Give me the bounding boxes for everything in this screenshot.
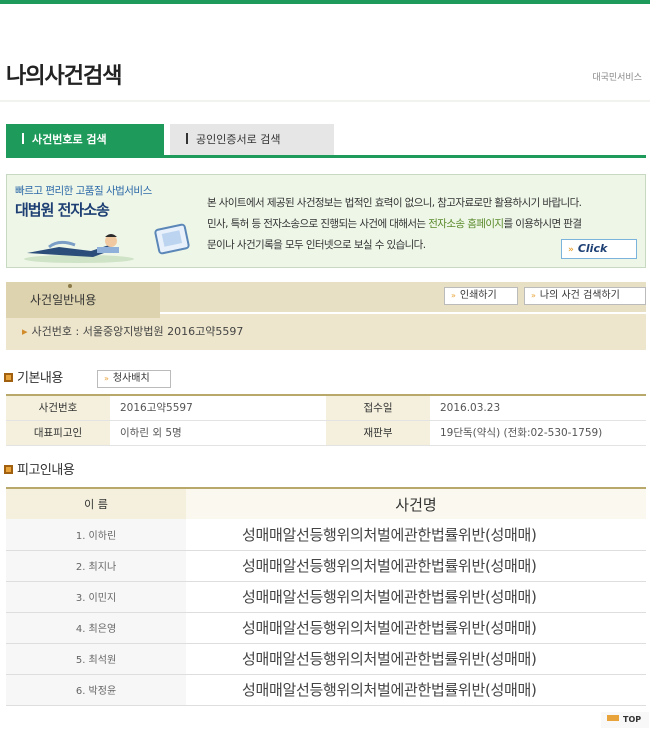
table-row: 6. 박정윤 성매매알선등행위의처벌에관한법률위반(성매매) bbox=[6, 674, 646, 706]
table-row: 2. 최지나 성매매알선등행위의처벌에관한법률위반(성매매) bbox=[6, 550, 646, 582]
case-name: 성매매알선등행위의처벌에관한법률위반(성매매) bbox=[186, 674, 646, 706]
table-row: 대표피고인 이하린 외 5명 재판부 19단독(약식) (전화:02-530-1… bbox=[6, 420, 646, 446]
field-value: 19단독(약식) (전화:02-530-1759) bbox=[430, 420, 646, 446]
defendant-name: 3. 이민지 bbox=[6, 581, 186, 613]
courtroom-layout-button[interactable]: » 청사배치 bbox=[97, 370, 171, 388]
scroll-top-button[interactable]: TOP bbox=[601, 712, 649, 728]
banner-line-1: 본 사이트에서 제공된 사건정보는 법적인 효력이 없으니, 참고자료로만 활용… bbox=[207, 197, 582, 209]
section-marker-icon bbox=[4, 465, 13, 474]
column-header-case: 사건명 bbox=[186, 488, 646, 519]
banner-line-2: 민사, 특허 등 전자소송으로 진행되는 사건에 대해서는 전자소송 홈페이지를… bbox=[207, 218, 582, 230]
field-value: 2016.03.23 bbox=[430, 395, 646, 421]
field-label: 대표피고인 bbox=[6, 420, 110, 446]
field-value: 2016고약5597 bbox=[110, 395, 326, 421]
field-label: 접수일 bbox=[326, 395, 430, 421]
case-name: 성매매알선등행위의처벌에관한법률위반(성매매) bbox=[186, 581, 646, 613]
tab-certificate[interactable]: 공인인증서로 검색 bbox=[170, 124, 334, 155]
arrow-up-icon bbox=[607, 715, 619, 721]
breadcrumb[interactable]: 대국민서비스 bbox=[592, 70, 642, 83]
table-header-row: 이 름 사건명 bbox=[6, 488, 646, 519]
tab-label: 사건번호로 검색 bbox=[32, 133, 107, 146]
e-litigation-banner[interactable]: 빠르고 편리한 고품질 사법서비스 대법원 전자소송 본 사이트에서 제공된 사… bbox=[6, 174, 646, 268]
laptop-icon bbox=[24, 223, 190, 263]
tab-bar-icon bbox=[186, 133, 188, 144]
defendants-title: 피고인내용 bbox=[4, 459, 75, 478]
field-label: 재판부 bbox=[326, 420, 430, 446]
double-arrow-icon: » bbox=[451, 291, 456, 300]
e-litigation-link[interactable]: 전자소송 홈페이지 bbox=[428, 218, 504, 230]
banner-click-button[interactable]: » Click bbox=[561, 239, 637, 259]
case-name: 성매매알선등행위의처벌에관한법률위반(성매매) bbox=[186, 519, 646, 551]
my-case-search-button[interactable]: » 나의 사건 검색하기 bbox=[524, 287, 646, 305]
defendants-table: 이 름 사건명 1. 이하린 성매매알선등행위의처벌에관한법률위반(성매매) 2… bbox=[6, 487, 646, 706]
search-tabs: 사건번호로 검색 공인인증서로 검색 bbox=[6, 124, 646, 158]
defendant-name: 4. 최은영 bbox=[6, 612, 186, 644]
print-button[interactable]: » 인쇄하기 bbox=[444, 287, 518, 305]
case-general-title: 사건일반내용 bbox=[6, 282, 160, 318]
case-name: 성매매알선등행위의처벌에관한법률위반(성매매) bbox=[186, 612, 646, 644]
defendant-name: 1. 이하린 bbox=[6, 519, 186, 551]
table-row: 5. 최석원 성매매알선등행위의처벌에관한법률위반(성매매) bbox=[6, 643, 646, 675]
section-marker-icon bbox=[4, 373, 13, 382]
basic-info-table: 사건번호 2016고약5597 접수일 2016.03.23 대표피고인 이하린… bbox=[6, 394, 646, 446]
table-row: 4. 최은영 성매매알선등행위의처벌에관한법률위반(성매매) bbox=[6, 612, 646, 644]
column-header-name: 이 름 bbox=[6, 488, 186, 519]
table-row: 3. 이민지 성매매알선등행위의처벌에관한법률위반(성매매) bbox=[6, 581, 646, 613]
table-row: 1. 이하린 성매매알선등행위의처벌에관한법률위반(성매매) bbox=[6, 519, 646, 551]
case-number-line: ▸ 사건번호 : 서울중앙지방법원 2016고약5597 bbox=[22, 325, 244, 338]
defendant-name: 6. 박정윤 bbox=[6, 674, 186, 706]
tab-case-number[interactable]: 사건번호로 검색 bbox=[6, 124, 164, 155]
defendant-name: 2. 최지나 bbox=[6, 550, 186, 582]
basic-info-title: 기본내용 bbox=[4, 367, 63, 386]
banner-subtitle: 빠르고 편리한 고품질 사법서비스 bbox=[15, 185, 152, 197]
case-name: 성매매알선등행위의처벌에관한법률위반(성매매) bbox=[186, 643, 646, 675]
double-arrow-icon: » bbox=[104, 374, 109, 383]
page-title: 나의사건검색 bbox=[6, 64, 122, 89]
tab-label: 공인인증서로 검색 bbox=[196, 133, 281, 146]
bullet-icon: ▸ bbox=[22, 325, 28, 338]
top-accent-bar bbox=[0, 0, 650, 10]
case-name: 성매매알선등행위의처벌에관한법률위반(성매매) bbox=[186, 550, 646, 582]
double-arrow-icon: » bbox=[568, 245, 574, 255]
field-value: 이하린 외 5명 bbox=[110, 420, 326, 446]
double-arrow-icon: » bbox=[531, 291, 536, 300]
table-row: 사건번호 2016고약5597 접수일 2016.03.23 bbox=[6, 395, 646, 421]
title-divider bbox=[0, 100, 650, 102]
tab-bar-icon bbox=[22, 133, 24, 144]
banner-title: 대법원 전자소송 bbox=[15, 201, 110, 219]
field-label: 사건번호 bbox=[6, 395, 110, 421]
defendant-name: 5. 최석원 bbox=[6, 643, 186, 675]
